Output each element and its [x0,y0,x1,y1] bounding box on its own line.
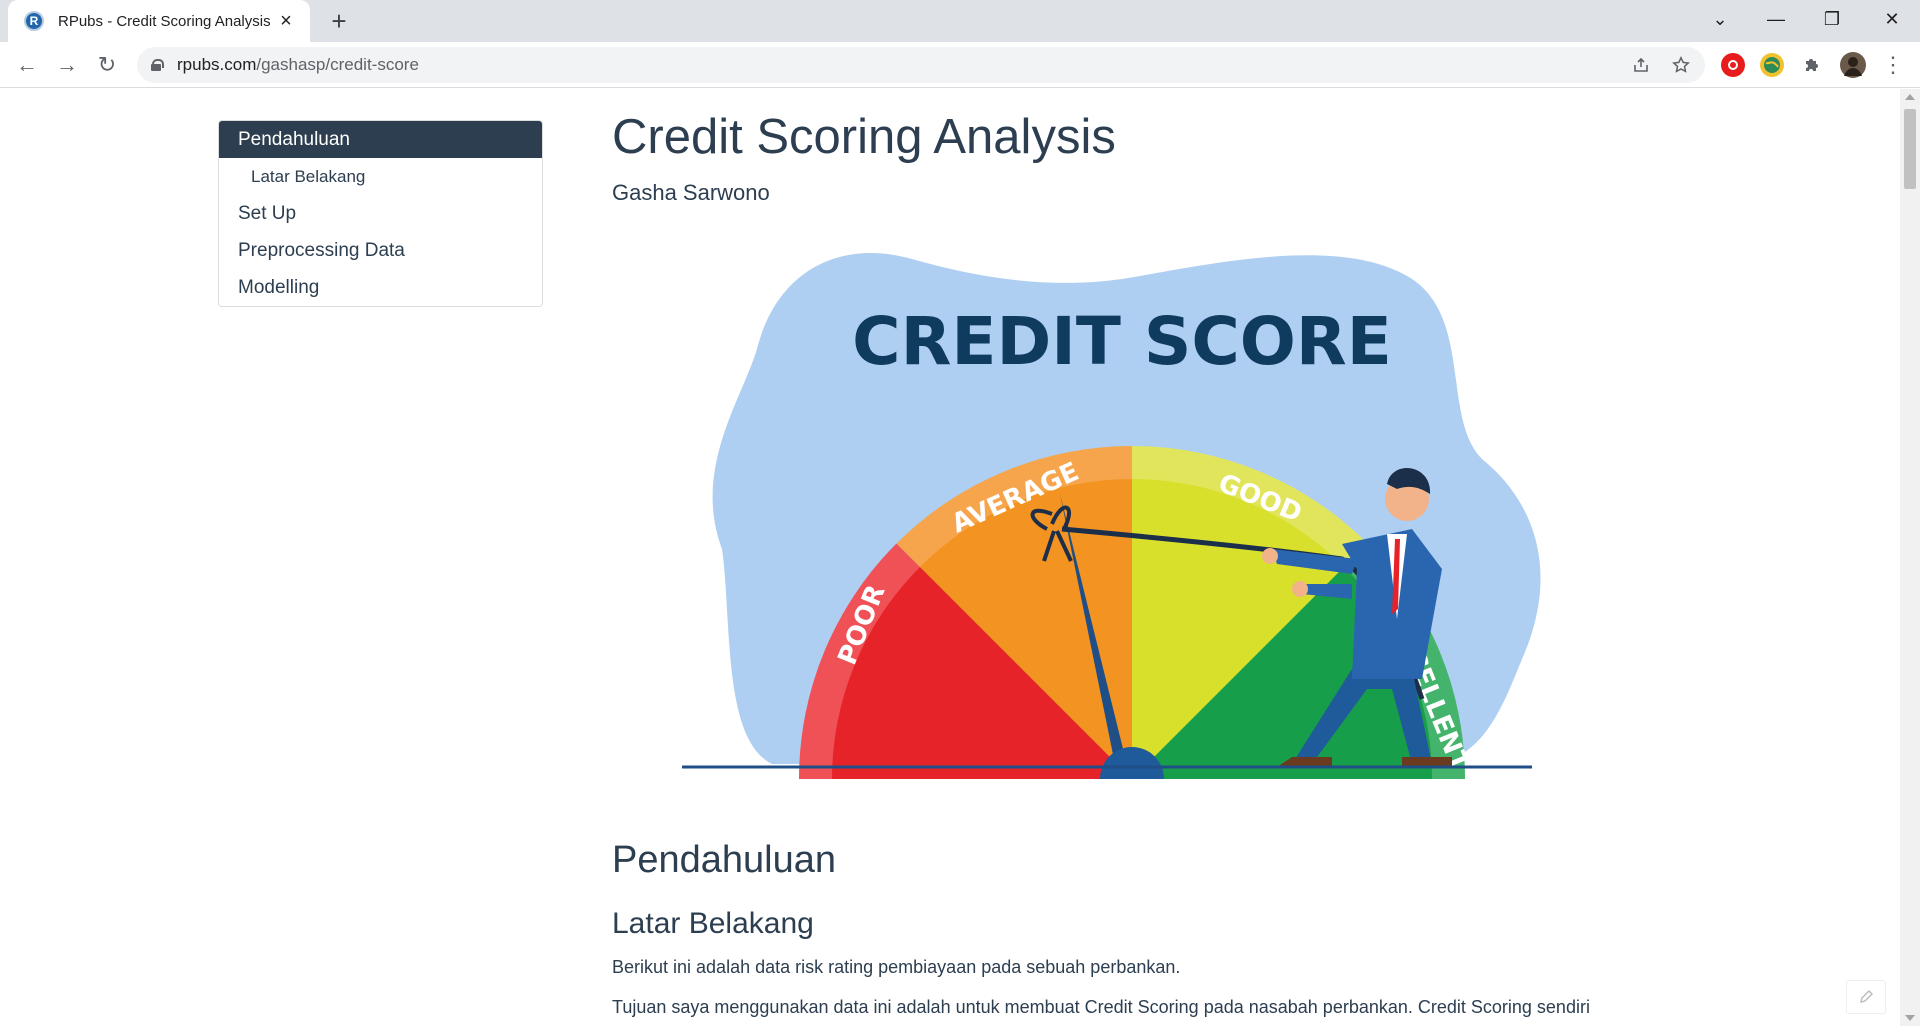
globe-extension-icon[interactable] [1760,53,1784,77]
tab-strip: R RPubs - Credit Scoring Analysis × + ⌄ … [0,0,1920,42]
scrollbar-thumb[interactable] [1904,109,1916,189]
profile-avatar[interactable] [1840,52,1866,78]
new-tab-button[interactable]: + [325,6,353,36]
toc-item-pendahuluan[interactable]: Pendahuluan [219,121,542,158]
rpubs-favicon-icon: R [24,11,44,31]
close-window-button[interactable]: ✕ [1864,0,1920,38]
browser-tab[interactable]: R RPubs - Credit Scoring Analysis × [8,0,310,42]
tab-title: RPubs - Credit Scoring Analysis [58,12,271,30]
address-bar[interactable]: rpubs.com/gashasp/credit-score [137,47,1705,83]
author-name: Gasha Sarwono [612,180,770,205]
minimize-button[interactable]: — [1748,0,1804,38]
paragraph: Berikut ini adalah data risk rating pemb… [612,957,1181,977]
adblock-extension-icon[interactable] [1721,53,1745,77]
page-content: Pendahuluan Latar Belakang Set Up Prepro… [0,89,1900,1026]
page-scrollbar[interactable] [1900,89,1920,1026]
credit-score-illustration: CREDIT SCORE POOR AVERAGE GOOD EXCELLENT [652,239,1552,811]
scroll-down-arrow-icon[interactable] [1905,1015,1915,1021]
pencil-icon [1860,990,1873,1003]
scroll-up-arrow-icon[interactable] [1905,94,1915,100]
toc-item-preprocessing-data[interactable]: Preprocessing Data [219,232,542,269]
restore-button[interactable]: ❐ [1804,0,1860,38]
reload-button[interactable]: ↻ [91,49,123,81]
share-icon[interactable] [1629,53,1653,77]
browser-toolbar: ← → ↻ rpubs.com/gashasp/credit-score ⋮ [0,42,1920,88]
lock-icon[interactable] [151,59,164,71]
toc-item-modelling[interactable]: Modelling [219,269,542,306]
paragraph: Tujuan saya menggunakan data ini adalah … [612,997,1590,1017]
edit-pencil-button[interactable] [1846,980,1886,1014]
bookmark-star-icon[interactable] [1669,53,1693,77]
page-title: Credit Scoring Analysis [612,110,1116,164]
url-path: /gashasp/credit-score [256,55,419,74]
extensions-puzzle-icon[interactable] [1800,53,1824,77]
tab-search-chevron-icon[interactable]: ⌄ [1692,0,1748,38]
url-host: rpubs.com [177,55,257,74]
back-button[interactable]: ← [11,49,43,81]
browser-menu-icon[interactable]: ⋮ [1877,49,1909,81]
forward-button[interactable]: → [51,49,83,81]
close-tab-icon[interactable]: × [274,9,298,33]
section-heading-latar-belakang: Latar Belakang [612,907,814,940]
toc-item-set-up[interactable]: Set Up [219,195,542,232]
toc-item-latar-belakang[interactable]: Latar Belakang [219,158,542,195]
table-of-contents: Pendahuluan Latar Belakang Set Up Prepro… [218,120,543,307]
hero-heading: CREDIT SCORE [852,303,1392,380]
section-heading-pendahuluan: Pendahuluan [612,839,836,881]
